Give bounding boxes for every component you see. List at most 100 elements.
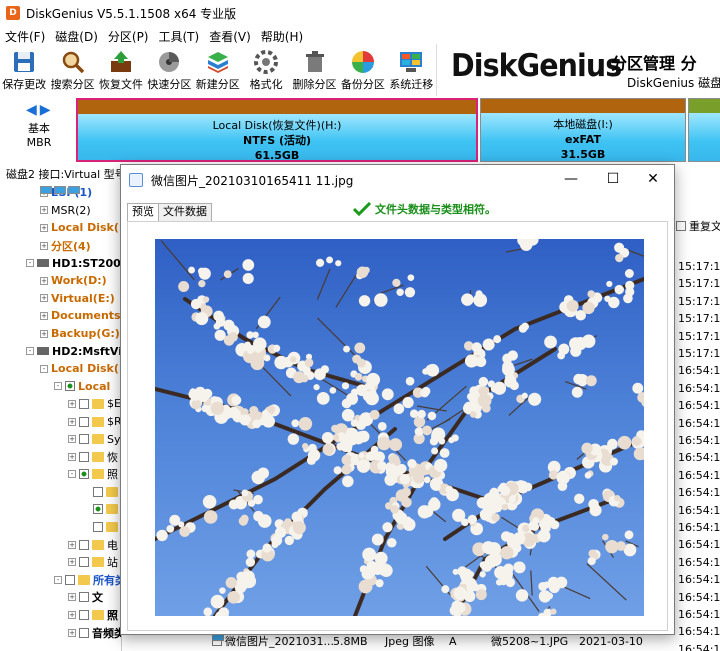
directory-tree[interactable]: +ESP(1)+MSR(2)+Local Disk(+分区(4)-HD1:ST2… bbox=[4, 184, 122, 651]
expand-toggle-icon[interactable]: - bbox=[54, 382, 62, 391]
expand-toggle-icon[interactable]: + bbox=[68, 540, 76, 549]
expand-toggle-icon[interactable]: + bbox=[68, 628, 76, 637]
tree-item[interactable]: + $E bbox=[4, 395, 121, 413]
expand-toggle-icon[interactable]: - bbox=[68, 470, 76, 479]
expand-toggle-icon[interactable]: + bbox=[40, 241, 48, 250]
tree-item[interactable]: + 恢 bbox=[4, 448, 121, 466]
tree-item[interactable]: -照 bbox=[4, 466, 121, 484]
tree-item[interactable]: - HD1:ST2000DM bbox=[4, 254, 121, 272]
duplicate-checkbox[interactable] bbox=[676, 221, 686, 231]
tree-checkbox[interactable] bbox=[79, 451, 89, 462]
save-changes-button[interactable]: 保存更改 bbox=[0, 46, 48, 94]
expand-toggle-icon[interactable]: + bbox=[68, 417, 76, 426]
expand-toggle-icon[interactable]: + bbox=[68, 558, 76, 567]
tree-item[interactable]: + Work(D:) bbox=[4, 186, 121, 290]
expand-toggle-icon[interactable]: + bbox=[68, 399, 76, 408]
menu-view[interactable]: 查看(V) bbox=[204, 28, 256, 45]
tree-checkbox[interactable] bbox=[65, 574, 75, 585]
search-partition-button[interactable]: 搜索分区 bbox=[48, 46, 96, 94]
tree-item[interactable]: + 电 bbox=[4, 536, 121, 554]
tree-checkbox[interactable] bbox=[93, 504, 103, 515]
tree-item[interactable]: + 文 bbox=[4, 186, 121, 607]
tree-checkbox[interactable] bbox=[79, 610, 89, 621]
partition-i[interactable]: 本地磁盘(I:) exFAT 31.5GB bbox=[480, 98, 686, 162]
delete-partition-button[interactable]: 删除分区 bbox=[290, 46, 338, 94]
tree-checkbox[interactable] bbox=[79, 539, 89, 550]
tab-preview[interactable]: 预览 bbox=[127, 203, 159, 222]
close-button[interactable]: ✕ bbox=[633, 165, 673, 193]
expand-toggle-icon[interactable]: + bbox=[40, 276, 48, 285]
partition-h[interactable]: Local Disk(恢复文件)(H:) NTFS (活动) 61.5GB bbox=[76, 98, 478, 162]
tree-item[interactable]: - 所有类 bbox=[4, 571, 121, 589]
tree-item[interactable]: - HD2:MsftVirtu bbox=[4, 342, 121, 360]
tree-checkbox[interactable] bbox=[93, 522, 103, 533]
menu-tools[interactable]: 工具(T) bbox=[154, 28, 205, 45]
system-migrate-button[interactable]: 系统迁移 bbox=[387, 46, 435, 94]
partition-unallocated[interactable] bbox=[688, 98, 720, 162]
duplicate-files-filter[interactable]: 重复文 bbox=[676, 218, 720, 234]
folder-icon bbox=[106, 504, 118, 515]
tree-item-label: Local bbox=[78, 379, 111, 393]
expand-toggle-icon[interactable]: + bbox=[40, 294, 48, 303]
format-button[interactable]: 格式化 bbox=[242, 46, 290, 94]
tree-item[interactable]: - Local Disk( bbox=[4, 186, 121, 378]
tree-checkbox[interactable] bbox=[79, 398, 89, 409]
tree-item[interactable]: + Local Disk( bbox=[4, 186, 121, 237]
menu-help[interactable]: 帮助(H) bbox=[256, 28, 308, 45]
tree-item[interactable]: + 音频类 bbox=[4, 186, 121, 642]
expand-toggle-icon[interactable]: - bbox=[26, 347, 34, 356]
tree-checkbox[interactable] bbox=[79, 434, 89, 445]
tree-item[interactable]: + $R bbox=[4, 413, 121, 431]
tree-item[interactable]: + 照 bbox=[4, 606, 121, 624]
expand-toggle-icon[interactable]: - bbox=[26, 259, 34, 268]
tree-item[interactable]: - Local bbox=[4, 186, 121, 396]
tree-checkbox[interactable] bbox=[79, 592, 89, 603]
menu-file[interactable]: 文件(F) bbox=[0, 28, 50, 45]
tree-item[interactable]: + Sy bbox=[4, 430, 121, 448]
expand-toggle-icon[interactable]: + bbox=[40, 206, 48, 215]
folder-icon bbox=[92, 398, 104, 409]
maximize-button[interactable]: ☐ bbox=[593, 165, 633, 193]
expand-toggle-icon[interactable]: + bbox=[68, 611, 76, 620]
backup-partition-button[interactable]: 备份分区 bbox=[339, 46, 387, 94]
tree-checkbox[interactable] bbox=[79, 469, 89, 480]
expand-toggle-icon[interactable]: + bbox=[40, 329, 48, 338]
new-partition-button[interactable]: 新建分区 bbox=[194, 46, 242, 94]
minimize-button[interactable]: — bbox=[551, 165, 591, 193]
tree-item[interactable]: + MSR(2) bbox=[4, 186, 121, 220]
tree-item-label: Sy bbox=[107, 432, 121, 446]
modified-time-cell: 16:54:12 bbox=[678, 608, 720, 621]
tree-item[interactable]: + Backup(G:) bbox=[4, 186, 121, 343]
tree-item[interactable] bbox=[4, 483, 121, 501]
tree-item[interactable] bbox=[4, 501, 121, 519]
tab-file-data[interactable]: 文件数据 bbox=[158, 203, 212, 221]
tree-item[interactable]: + Virtual(E:) bbox=[4, 186, 121, 308]
tree-item[interactable]: + 分区(4) bbox=[4, 186, 121, 255]
expand-toggle-icon[interactable]: - bbox=[40, 364, 48, 373]
menu-disk[interactable]: 磁盘(D) bbox=[50, 28, 103, 45]
tree-checkbox[interactable] bbox=[79, 416, 89, 427]
disk-nav-arrows[interactable]: ◀▶ bbox=[26, 102, 54, 118]
tree-item[interactable] bbox=[4, 518, 121, 536]
search-partition-icon bbox=[62, 51, 84, 74]
menu-bar: 文件(F) 磁盘(D) 分区(P) 工具(T) 查看(V) 帮助(H) bbox=[0, 26, 720, 46]
tree-item[interactable]: + Documents bbox=[4, 186, 121, 325]
expand-toggle-icon[interactable]: + bbox=[68, 452, 76, 461]
expand-toggle-icon[interactable]: + bbox=[40, 311, 48, 320]
tree-checkbox[interactable] bbox=[79, 557, 89, 568]
modified-time-cell: 15:17:10 bbox=[678, 277, 720, 291]
modified-time-cell: 16:54:12 bbox=[678, 555, 720, 569]
expand-toggle-icon[interactable]: + bbox=[40, 223, 48, 232]
recover-file-button[interactable]: 恢复文件 bbox=[97, 46, 145, 94]
menu-partition[interactable]: 分区(P) bbox=[103, 28, 154, 45]
tree-checkbox[interactable] bbox=[93, 486, 103, 497]
dialog-title-bar[interactable]: 微信图片_20210310165411 11.jpg bbox=[121, 165, 674, 195]
tree-item[interactable]: + 站 bbox=[4, 553, 121, 571]
toolbar-label: 删除分区 bbox=[292, 78, 337, 91]
expand-toggle-icon[interactable]: - bbox=[54, 575, 62, 584]
quick-partition-button[interactable]: 快速分区 bbox=[145, 46, 193, 94]
tree-checkbox[interactable] bbox=[79, 627, 89, 638]
tree-checkbox[interactable] bbox=[65, 381, 75, 392]
expand-toggle-icon[interactable]: + bbox=[68, 435, 76, 444]
expand-toggle-icon[interactable]: + bbox=[68, 593, 76, 602]
